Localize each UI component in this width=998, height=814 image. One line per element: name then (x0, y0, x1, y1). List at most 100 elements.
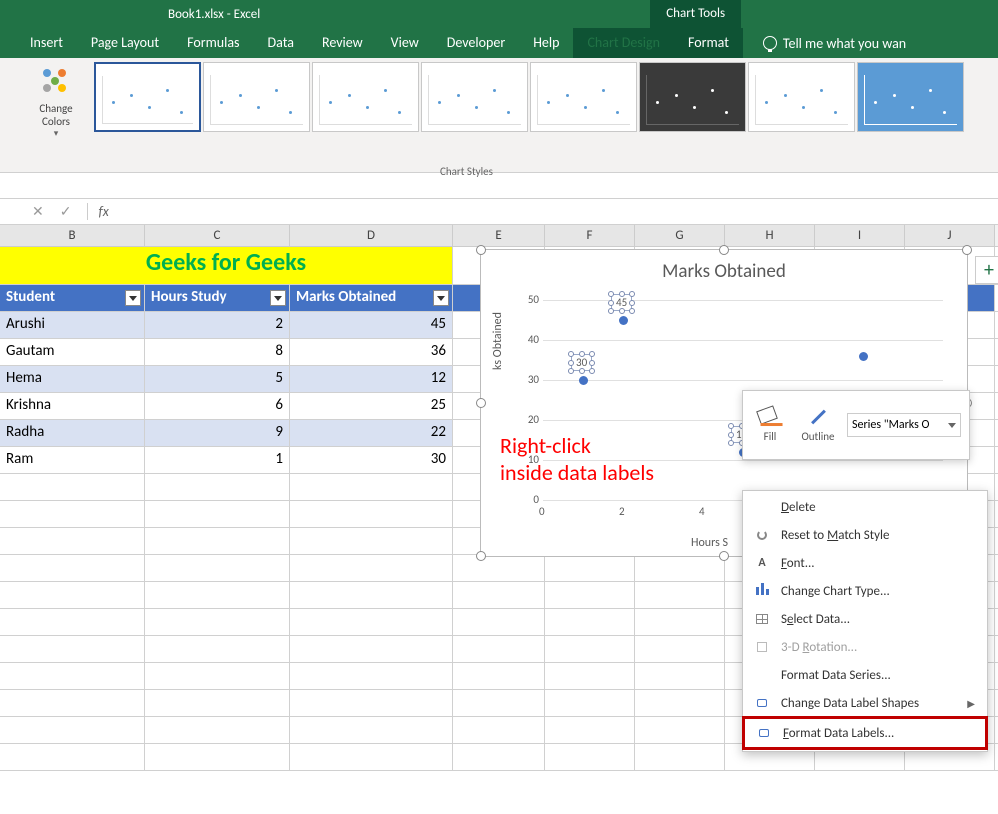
col-header-I[interactable]: I (815, 225, 905, 246)
table-cell[interactable]: 1 (145, 447, 290, 473)
tab-view[interactable]: View (377, 28, 433, 58)
shape-icon (755, 725, 773, 741)
chart-style-2[interactable] (203, 62, 310, 132)
col-header-C[interactable]: C (145, 225, 290, 246)
tab-insert[interactable]: Insert (16, 28, 77, 58)
tab-review[interactable]: Review (308, 28, 377, 58)
table-cell[interactable]: 9 (145, 420, 290, 446)
table-cell[interactable]: 45 (290, 312, 453, 338)
chart-style-1[interactable] (94, 62, 201, 132)
table-cell[interactable]: Arushi (0, 312, 145, 338)
table-cell[interactable]: Krishna (0, 393, 145, 419)
chevron-down-icon: ▾ (26, 128, 86, 139)
fill-button[interactable]: Fill (751, 408, 789, 443)
col-header-J[interactable]: J (905, 225, 995, 246)
table-cell[interactable]: 6 (145, 393, 290, 419)
data-label[interactable]: 30 (571, 354, 592, 371)
sheet-title-cell[interactable]: Geeks for Geeks (0, 247, 453, 284)
table-cell[interactable]: Radha (0, 420, 145, 446)
y-axis-label[interactable]: ks Obtained (491, 312, 505, 370)
ctx-d-rotation: 3-D Rotation... (743, 633, 987, 661)
table-cell[interactable]: 12 (290, 366, 453, 392)
paint-bucket-icon (756, 405, 778, 424)
cancel-formula-icon[interactable]: ✕ (32, 203, 44, 220)
context-menu: DeleteReset to Match StyleAFont...Change… (742, 490, 988, 752)
ribbon-tabs: Insert Page Layout Formulas Data Review … (0, 28, 998, 58)
data-point[interactable] (619, 316, 628, 325)
ctx-change-data-label-shapes[interactable]: Change Data Label Shapes▶ (743, 689, 987, 717)
table-cell[interactable]: 30 (290, 447, 453, 473)
shape-icon (753, 695, 771, 711)
outline-button[interactable]: Outline (799, 408, 837, 443)
tab-formulas[interactable]: Formulas (173, 28, 253, 58)
resize-handle[interactable] (962, 245, 972, 255)
tab-chart-design[interactable]: Chart Design (573, 28, 673, 58)
window-title: Book1.xlsx - Excel (168, 7, 260, 22)
filter-arrow-icon[interactable] (270, 290, 286, 306)
chart-title[interactable]: Marks Obtained (481, 260, 967, 283)
data-label[interactable]: 45 (611, 294, 632, 311)
tab-developer[interactable]: Developer (433, 28, 519, 58)
ctx-select-data[interactable]: Select Data... (743, 605, 987, 633)
x-axis-label[interactable]: Hours S (691, 536, 728, 550)
chart-elements-plus-button[interactable]: + (975, 256, 998, 284)
table-cell[interactable]: 2 (145, 312, 290, 338)
table-cell[interactable]: 5 (145, 366, 290, 392)
chart-style-7[interactable] (748, 62, 855, 132)
chart-styles-gallery (94, 62, 964, 132)
resize-handle[interactable] (476, 551, 486, 561)
chevron-down-icon (948, 423, 956, 428)
title-bar: Book1.xlsx - Excel Chart Tools (0, 0, 998, 28)
ctx-format-data-series[interactable]: Format Data Series... (743, 661, 987, 689)
change-colors-button[interactable]: Change Colors ▾ (26, 62, 86, 139)
chart-style-8[interactable] (857, 62, 964, 132)
tab-data[interactable]: Data (254, 28, 308, 58)
table-cell[interactable]: 8 (145, 339, 290, 365)
tab-help[interactable]: Help (519, 28, 573, 58)
table-header-hours[interactable]: Hours Study (145, 285, 290, 311)
fx-icon[interactable]: fx (87, 203, 108, 220)
table-cell[interactable]: 36 (290, 339, 453, 365)
accept-formula-icon[interactable]: ✓ (60, 203, 72, 220)
table-cell[interactable]: Hema (0, 366, 145, 392)
chart-style-4[interactable] (421, 62, 528, 132)
chart-style-6[interactable] (639, 62, 746, 132)
table-cell[interactable]: Ram (0, 447, 145, 473)
formula-input[interactable] (117, 199, 998, 224)
ctx-format-data-labels[interactable]: Format Data Labels... (742, 716, 988, 750)
filter-arrow-icon[interactable] (125, 290, 141, 306)
grid-icon (753, 611, 771, 627)
chart-style-5[interactable] (530, 62, 637, 132)
ctx-reset-to-match-style[interactable]: Reset to Match Style (743, 521, 987, 549)
ctx-font[interactable]: AFont... (743, 549, 987, 577)
tab-format[interactable]: Format (674, 28, 743, 58)
resize-handle[interactable] (719, 551, 729, 561)
col-header-F[interactable]: F (545, 225, 635, 246)
table-cell[interactable]: 25 (290, 393, 453, 419)
ctx-change-chart-type[interactable]: Change Chart Type... (743, 577, 987, 605)
col-header-E[interactable]: E (453, 225, 545, 246)
pen-icon (811, 409, 826, 424)
name-box-row (0, 173, 998, 199)
font-icon: A (753, 555, 771, 571)
table-cell[interactable]: Gautam (0, 339, 145, 365)
tab-page-layout[interactable]: Page Layout (77, 28, 173, 58)
resize-handle[interactable] (476, 398, 486, 408)
table-header-marks[interactable]: Marks Obtained (290, 285, 453, 311)
chart-style-3[interactable] (312, 62, 419, 132)
col-header-B[interactable]: B (0, 225, 145, 246)
ctx-delete[interactable]: Delete (743, 493, 987, 521)
ribbon-chart-design: Change Colors ▾ (0, 58, 998, 173)
table-cell[interactable]: 22 (290, 420, 453, 446)
col-header-H[interactable]: H (725, 225, 815, 246)
resize-handle[interactable] (476, 245, 486, 255)
filter-arrow-icon[interactable] (433, 290, 449, 306)
series-selector-dropdown[interactable]: Series "Marks O (847, 413, 961, 437)
table-header-student[interactable]: Student (0, 285, 145, 311)
data-point[interactable] (859, 352, 868, 361)
col-header-G[interactable]: G (635, 225, 725, 246)
resize-handle[interactable] (719, 245, 729, 255)
data-point[interactable] (579, 376, 588, 385)
tell-me-search[interactable]: Tell me what you wan (763, 28, 906, 58)
col-header-D[interactable]: D (290, 225, 453, 246)
